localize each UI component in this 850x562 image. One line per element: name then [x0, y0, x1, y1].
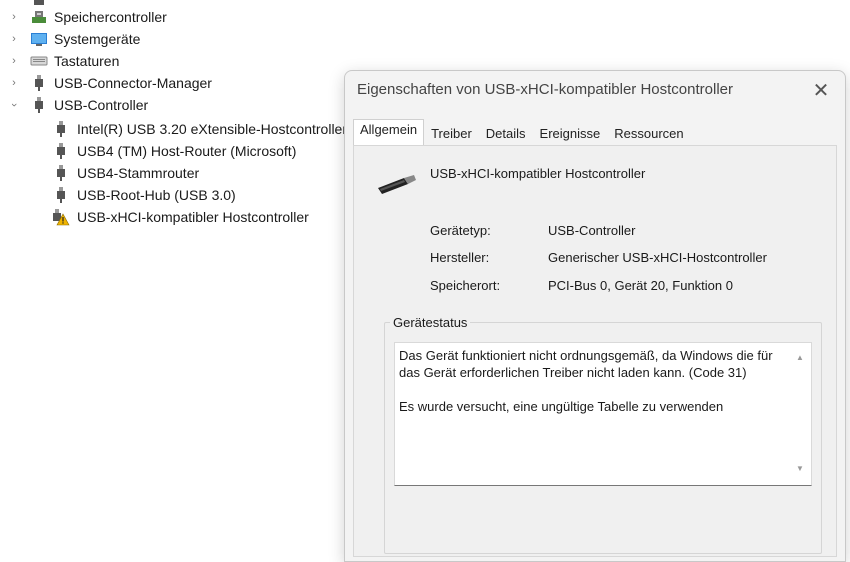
status-legend: Gerätestatus — [390, 315, 471, 330]
tab-details[interactable]: Details — [479, 121, 533, 145]
tree-item-label: Tastaturen — [54, 53, 120, 69]
tree-child-label: USB4-Stammrouter — [77, 165, 200, 181]
chevron-down-icon[interactable]: › — [8, 100, 20, 110]
chevron-right-icon[interactable]: › — [9, 0, 19, 4]
tree-item-label: Speichercontroller — [54, 9, 167, 25]
tree-item-tastaturen[interactable]: › Tastaturen — [0, 50, 340, 72]
tree-item-usb-connector-manager[interactable]: › USB-Connector-Manager — [0, 72, 340, 94]
prop-label-geraetetyp: Gerätetyp: — [430, 223, 491, 238]
prop-value-speicherort: PCI-Bus 0, Gerät 20, Funktion 0 — [548, 278, 733, 293]
tab-treiber[interactable]: Treiber — [424, 121, 479, 145]
tab-ressourcen[interactable]: Ressourcen — [607, 121, 690, 145]
usb-plug-icon — [52, 142, 70, 160]
chevron-right-icon[interactable]: › — [9, 33, 19, 45]
usb-plug-icon — [52, 186, 70, 204]
tab-bar: Allgemein Treiber Details Ereignisse Res… — [353, 119, 691, 145]
tree-item-label: Systemgeräte — [54, 31, 141, 47]
tree-child-label: USB4 (TM) Host-Router (Microsoft) — [77, 143, 297, 159]
tree-child-label: Intel(R) USB 3.20 eXtensible-Hostcontrol… — [77, 121, 348, 137]
usb-plug-icon — [52, 120, 70, 138]
prop-value-geraetetyp: USB-Controller — [548, 223, 636, 238]
usb-cable-icon — [374, 168, 416, 196]
device-name: USB-xHCI-kompatibler Hostcontroller — [430, 166, 646, 181]
usb-warning-icon — [52, 208, 70, 226]
prop-value-hersteller: Generischer USB-xHCI-Hostcontroller — [548, 250, 767, 265]
tree-item-label: USB-Connector-Manager — [54, 75, 212, 91]
tab-panel-allgemein: USB-xHCI-kompatibler Hostcontroller Gerä… — [353, 145, 837, 557]
status-message: Das Gerät funktioniert nicht ordnungsgem… — [399, 348, 773, 414]
close-icon[interactable]: ✕ — [807, 77, 835, 105]
tree-item-label: USB-Controller — [54, 97, 149, 113]
status-textbox[interactable]: Das Gerät funktioniert nicht ordnungsgem… — [394, 342, 812, 486]
prop-label-hersteller: Hersteller: — [430, 250, 490, 265]
tree-child-usb-root-hub[interactable]: USB-Root-Hub (USB 3.0) — [0, 184, 340, 206]
usb-plug-icon — [52, 164, 70, 182]
tree-child-usb-xhci[interactable]: USB-xHCI-kompatibler Hostcontroller — [0, 206, 340, 228]
chevron-right-icon[interactable]: › — [9, 11, 19, 23]
system-devices-icon — [30, 30, 48, 48]
tree-child-label: USB-xHCI-kompatibler Hostcontroller — [77, 209, 309, 225]
scroll-down-icon[interactable]: ▼ — [795, 460, 805, 477]
usb-plug-icon — [30, 96, 48, 114]
tree-child-label: USB-Root-Hub (USB 3.0) — [77, 187, 236, 203]
usb-plug-icon — [30, 74, 48, 92]
chevron-right-icon[interactable]: › — [9, 77, 19, 89]
dialog-title: Eigenschaften von USB-xHCI-kompatibler H… — [357, 81, 733, 98]
properties-dialog: Eigenschaften von USB-xHCI-kompatibler H… — [344, 70, 846, 562]
tree-child-usb4-host-router[interactable]: USB4 (TM) Host-Router (Microsoft) — [0, 140, 340, 162]
tab-ereignisse[interactable]: Ereignisse — [533, 121, 608, 145]
tree-item-systemgeraete[interactable]: › Systemgeräte — [0, 28, 340, 50]
tab-allgemein[interactable]: Allgemein — [353, 119, 425, 145]
tree-child-intel-usb[interactable]: Intel(R) USB 3.20 eXtensible-Hostcontrol… — [0, 118, 348, 140]
tree-child-usb4-stammrouter[interactable]: USB4-Stammrouter — [0, 162, 340, 184]
tree-item-usb-controller[interactable]: › USB-Controller — [0, 94, 340, 116]
chevron-right-icon[interactable]: › — [9, 55, 19, 67]
scroll-up-icon[interactable]: ▲ — [795, 349, 805, 366]
storage-controller-icon — [30, 8, 48, 26]
tree-item-speichercontroller[interactable]: › Speichercontroller — [0, 6, 340, 28]
keyboard-icon — [30, 52, 48, 70]
prop-label-speicherort: Speicherort: — [430, 278, 501, 293]
